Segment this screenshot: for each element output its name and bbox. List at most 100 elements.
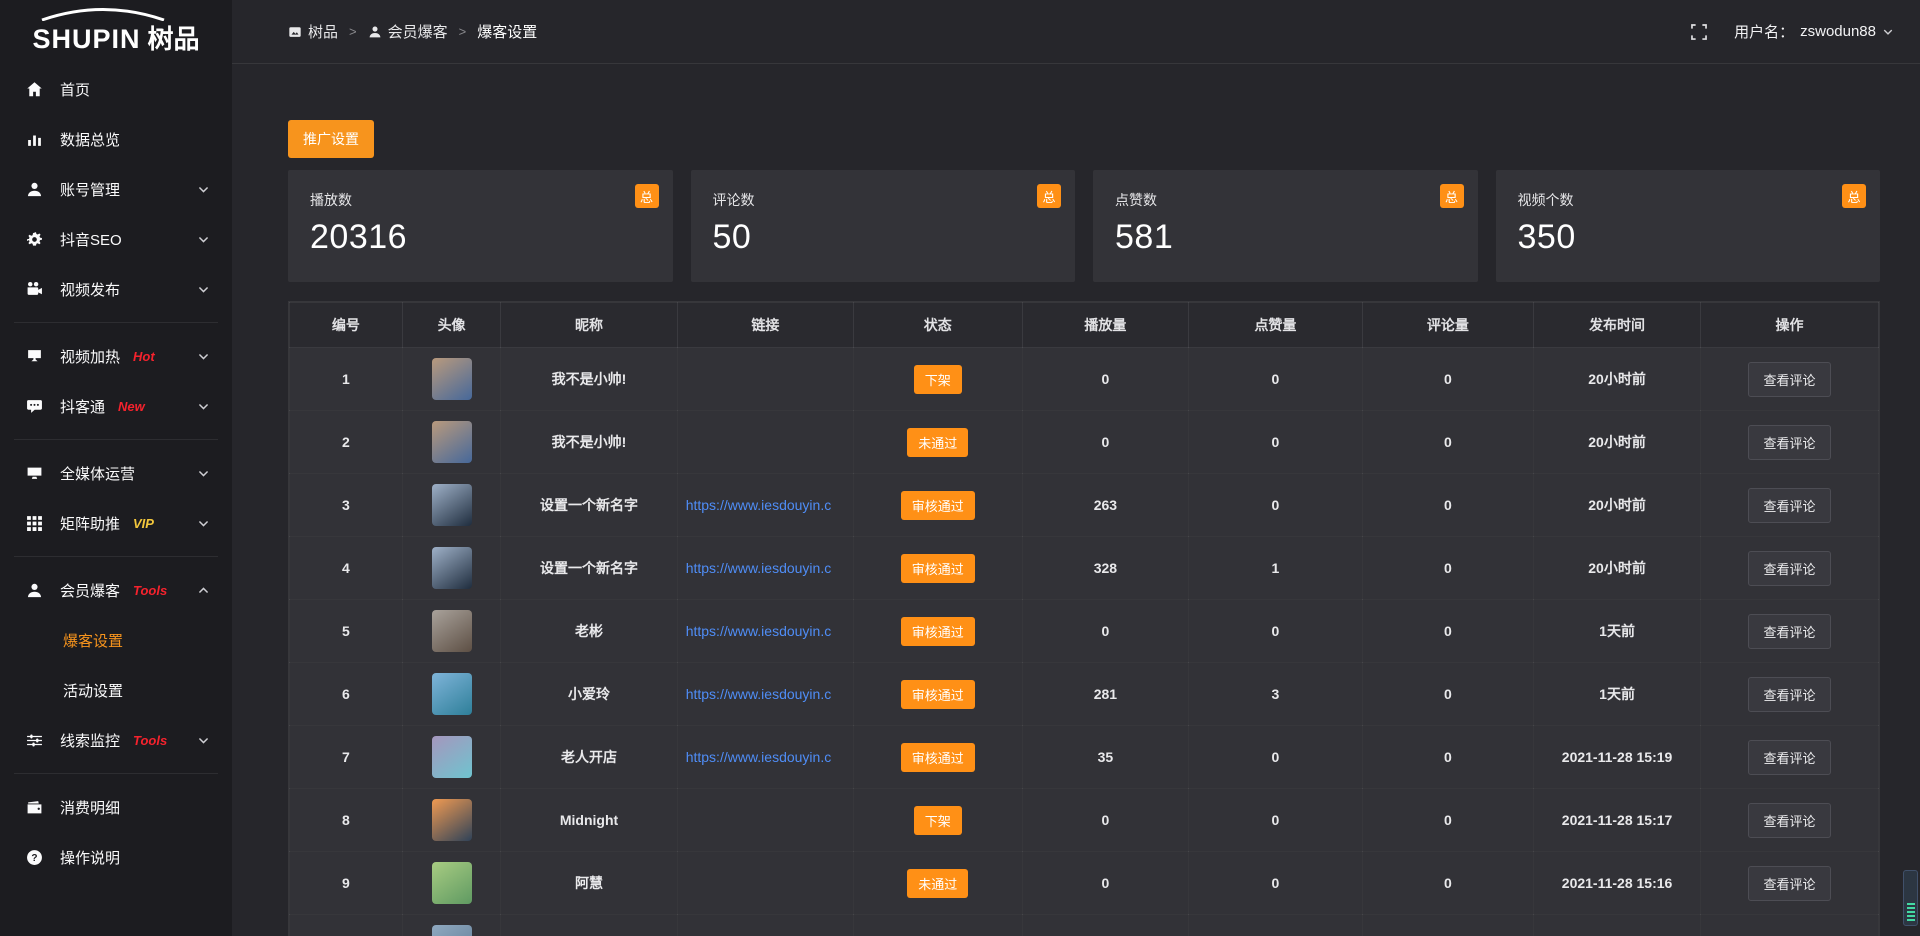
total-badge: 总 (1440, 184, 1464, 208)
sidebar-item-视频加热[interactable]: 视频加热Hot (0, 331, 232, 381)
brand-name-en: SHUPIN (32, 24, 140, 55)
cell-comments: 0 (1362, 537, 1534, 600)
column-header-编号: 编号 (290, 303, 403, 348)
dashboard-icon (288, 25, 302, 39)
cell-plays (1022, 915, 1189, 936)
avatar (432, 358, 472, 400)
main-content: 推广设置 播放数20316总评论数50总点赞数581总视频个数350总 编号头像… (232, 64, 1920, 936)
cell-link (677, 915, 853, 936)
sidebar-item-tag: Hot (133, 349, 155, 364)
sidebar-item-label: 操作说明 (60, 847, 120, 868)
account-link[interactable]: https://www.iesdouyin.c (686, 560, 832, 576)
stat-card-视频个数: 视频个数350总 (1496, 170, 1881, 282)
cell-nickname: 我不是小帅! (501, 348, 677, 411)
table-row: 8Midnight下架0002021-11-28 15:17查看评论 (290, 789, 1879, 852)
sidebar-divider (14, 439, 218, 440)
view-comments-button[interactable]: 查看评论 (1748, 362, 1830, 397)
cell-comments: 0 (1362, 348, 1534, 411)
sidebar-item-抖音SEO[interactable]: 抖音SEO (0, 214, 232, 264)
user-icon (26, 181, 43, 198)
cell-status (854, 915, 1022, 936)
sidebar-item-会员爆客[interactable]: 会员爆客Tools (0, 565, 232, 615)
cell-id: 4 (290, 537, 403, 600)
sidebar-item-首页[interactable]: 首页 (0, 64, 232, 114)
cell-plays: 328 (1022, 537, 1189, 600)
view-comments-button[interactable]: 查看评论 (1748, 551, 1830, 586)
sidebar-item-操作说明[interactable]: ? 操作说明 (0, 832, 232, 882)
monitor-icon (26, 465, 43, 482)
sidebar-subitem-爆客设置[interactable]: 爆客设置 (0, 615, 232, 665)
cell-likes: 0 (1189, 411, 1362, 474)
cell-link (677, 852, 853, 915)
breadcrumb-item-爆客设置[interactable]: 爆客设置 (477, 21, 537, 42)
cell-publish-time: 20小时前 (1534, 474, 1701, 537)
status-badge: 下架 (914, 365, 962, 394)
stat-card-点赞数: 点赞数581总 (1093, 170, 1478, 282)
column-header-评论量: 评论量 (1362, 303, 1534, 348)
cell-status: 下架 (854, 348, 1022, 411)
promo-settings-button[interactable]: 推广设置 (288, 120, 374, 158)
video-camera-icon (26, 281, 43, 298)
cell-avatar (402, 474, 501, 537)
username-value: zswodun88 (1800, 23, 1876, 40)
view-comments-button[interactable]: 查看评论 (1748, 740, 1830, 775)
account-link[interactable]: https://www.iesdouyin.c (686, 623, 832, 639)
cell-status: 审核通过 (854, 537, 1022, 600)
sidebar-item-矩阵助推[interactable]: 矩阵助推VIP (0, 498, 232, 548)
cell-actions: 查看评论 (1700, 852, 1878, 915)
cell-id: 2 (290, 411, 403, 474)
cell-actions: 查看评论 (1700, 411, 1878, 474)
sidebar-item-账号管理[interactable]: 账号管理 (0, 164, 232, 214)
view-comments-button[interactable]: 查看评论 (1748, 677, 1830, 712)
cell-link (677, 411, 853, 474)
username-label: 用户名： (1734, 21, 1794, 42)
account-link[interactable]: https://www.iesdouyin.c (686, 497, 832, 513)
breadcrumb-item-会员爆客[interactable]: 会员爆客 (368, 21, 448, 42)
fullscreen-icon[interactable] (1690, 23, 1708, 41)
stat-card-评论数: 评论数50总 (691, 170, 1076, 282)
view-comments-button[interactable]: 查看评论 (1748, 614, 1830, 649)
avatar (432, 736, 472, 778)
sidebar-item-消费明细[interactable]: 消费明细 (0, 782, 232, 832)
column-header-状态: 状态 (854, 303, 1022, 348)
avatar (432, 547, 472, 589)
view-comments-button[interactable]: 查看评论 (1748, 803, 1830, 838)
cell-nickname: Midnight (501, 789, 677, 852)
sidebar: SHUPIN 树品 首页数据总览账号管理抖音SEO视频发布视频加热Hot抖客通N… (0, 0, 232, 936)
cell-avatar (402, 663, 501, 726)
breadcrumb-item-树品[interactable]: 树品 (288, 21, 338, 42)
cell-actions (1700, 915, 1878, 936)
home-icon (26, 81, 43, 98)
total-badge: 总 (635, 184, 659, 208)
stat-value: 350 (1518, 218, 1859, 257)
cell-likes: 0 (1189, 852, 1362, 915)
avatar (432, 484, 472, 526)
view-comments-button[interactable]: 查看评论 (1748, 425, 1830, 460)
sidebar-item-label: 账号管理 (60, 179, 120, 200)
sidebar-item-抖客通[interactable]: 抖客通New (0, 381, 232, 431)
cell-plays: 0 (1022, 411, 1189, 474)
stat-label: 点赞数 (1115, 190, 1456, 210)
cell-status: 审核通过 (854, 663, 1022, 726)
user-menu[interactable]: 用户名： zswodun88 (1734, 21, 1894, 42)
sidebar-item-视频发布[interactable]: 视频发布 (0, 264, 232, 314)
cell-nickname: 设置一个新名字 (501, 474, 677, 537)
sidebar-item-全媒体运营[interactable]: 全媒体运营 (0, 448, 232, 498)
cell-likes: 0 (1189, 600, 1362, 663)
cell-nickname (501, 915, 677, 936)
cell-plays: 0 (1022, 348, 1189, 411)
view-comments-button[interactable]: 查看评论 (1748, 866, 1830, 901)
sidebar-subitem-活动设置[interactable]: 活动设置 (0, 665, 232, 715)
chevron-down-icon (197, 283, 210, 296)
account-link[interactable]: https://www.iesdouyin.c (686, 686, 832, 702)
cell-status: 审核通过 (854, 726, 1022, 789)
brand-logo[interactable]: SHUPIN 树品 (0, 0, 232, 64)
floating-widget[interactable] (1903, 870, 1918, 926)
cell-comments: 0 (1362, 726, 1534, 789)
sidebar-item-数据总览[interactable]: 数据总览 (0, 114, 232, 164)
view-comments-button[interactable]: 查看评论 (1748, 488, 1830, 523)
cell-actions: 查看评论 (1700, 663, 1878, 726)
sidebar-item-线索监控[interactable]: 线索监控Tools (0, 715, 232, 765)
question-circle-icon: ? (26, 849, 43, 866)
account-link[interactable]: https://www.iesdouyin.c (686, 749, 832, 765)
